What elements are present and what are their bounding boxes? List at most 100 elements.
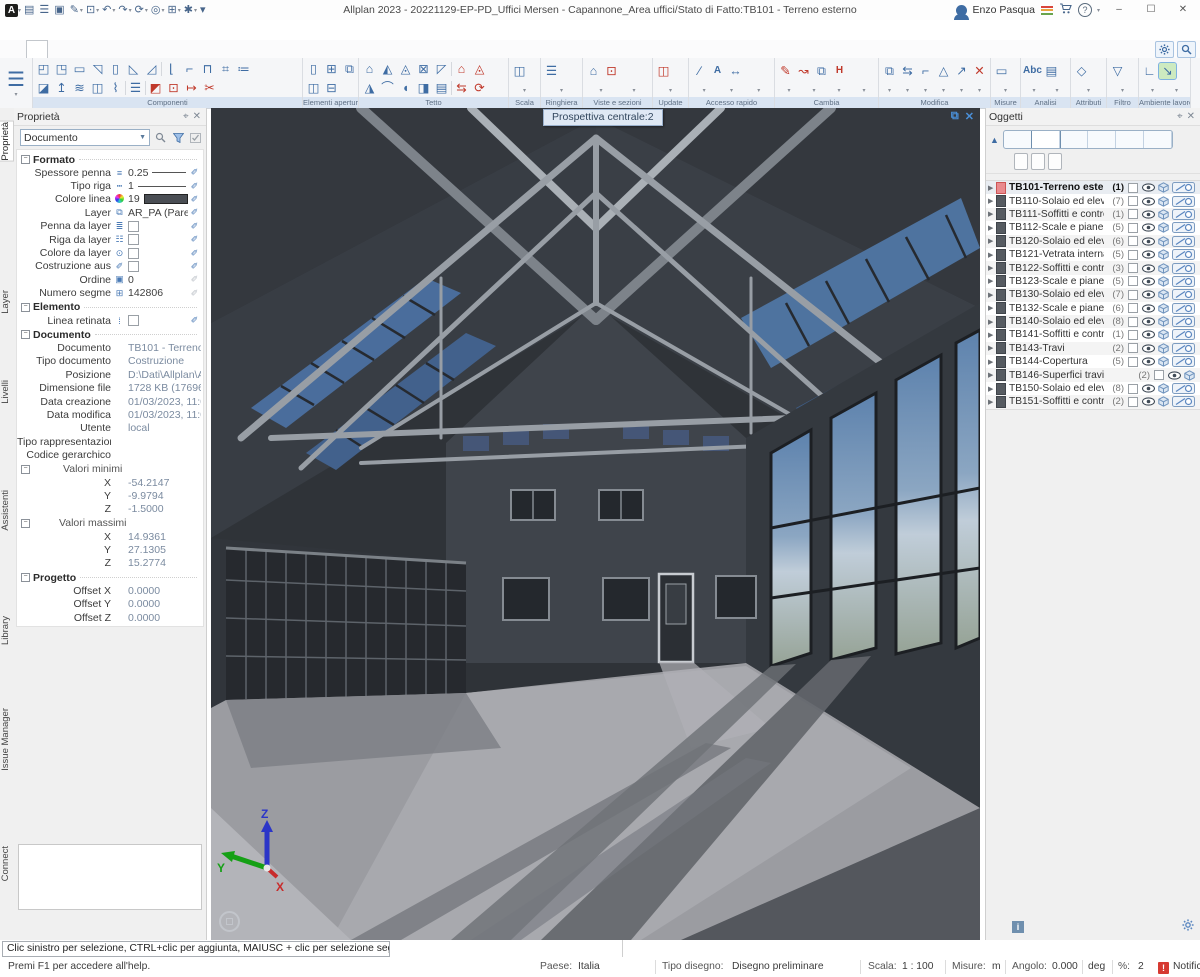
- favorites-box[interactable]: [18, 844, 202, 910]
- eyedropper-icon[interactable]: ✐: [188, 207, 201, 218]
- qat-item[interactable]: ▾: [198, 1, 208, 19]
- surface-opacity-icon[interactable]: [1172, 276, 1195, 287]
- hip-roof-icon[interactable]: ◭: [379, 61, 396, 77]
- ribbon-tab[interactable]: [228, 40, 248, 58]
- stairs-icon[interactable]: ◿: [143, 61, 160, 77]
- visibility-eye-icon[interactable]: [1142, 197, 1155, 206]
- qat-item[interactable]: ✱ ▾: [182, 1, 197, 19]
- eyedropper-icon[interactable]: ✐: [188, 194, 201, 205]
- expand-arrow-icon[interactable]: ▶: [988, 237, 996, 245]
- object-row[interactable]: ▶ TB141-Soffitti e controsoffi... (1): [986, 328, 1200, 341]
- dropdown-caret-icon[interactable]: ▾: [781, 87, 798, 94]
- door-swing-icon[interactable]: ◫: [305, 80, 322, 96]
- object-row[interactable]: ▶ TB121-Vetrata interna ufficio (5): [986, 248, 1200, 261]
- visibility-eye-icon[interactable]: [1142, 210, 1155, 219]
- line-icon[interactable]: ∕: [691, 63, 708, 79]
- h-align-icon[interactable]: H: [831, 63, 848, 79]
- object-row[interactable]: ▶ TB112-Scale e pianerottoli (5): [986, 221, 1200, 234]
- palette-tab-livelli[interactable]: Livelli: [0, 380, 13, 404]
- palette-tab-layer[interactable]: Layer: [0, 290, 13, 314]
- object-row[interactable]: ▶ TB146-Superfici travi (2): [986, 368, 1200, 381]
- surface-opacity-icon[interactable]: [1172, 316, 1195, 327]
- checkbox[interactable]: [128, 234, 139, 245]
- dropdown-caret-icon[interactable]: ▾: [935, 87, 952, 94]
- viewport-close-icon[interactable]: ✕: [965, 110, 974, 123]
- select-checkbox[interactable]: [1128, 303, 1138, 313]
- edit-points-icon[interactable]: ⧉: [813, 63, 830, 79]
- select-checkbox[interactable]: [1128, 250, 1138, 260]
- spellcheck-icon[interactable]: Abc: [1023, 63, 1042, 79]
- ramp-icon[interactable]: ◺: [125, 61, 142, 77]
- qat-caret-icon[interactable]: ▾: [145, 7, 148, 14]
- palette-tab-library[interactable]: Library: [0, 616, 13, 645]
- expand-arrow-icon[interactable]: ▶: [988, 184, 996, 192]
- raise-component-icon[interactable]: ↥: [53, 80, 70, 96]
- visibility-eye-icon[interactable]: [1142, 237, 1155, 246]
- corner-window-icon[interactable]: ⧉: [341, 61, 358, 77]
- fillet-icon[interactable]: ↝: [795, 63, 812, 79]
- ribbon-tab[interactable]: [188, 40, 208, 58]
- object-row[interactable]: ▶ TB150-Solaio ed elevazioni (8): [986, 382, 1200, 395]
- solid-cube-icon[interactable]: [1158, 396, 1169, 407]
- visibility-eye-icon[interactable]: [1142, 357, 1155, 366]
- collapse-box-icon[interactable]: −: [21, 465, 30, 474]
- dropdown-caret-icon[interactable]: ▾: [831, 87, 848, 94]
- solid-cube-icon[interactable]: [1158, 383, 1169, 394]
- select-checkbox[interactable]: [1128, 236, 1138, 246]
- column-icon[interactable]: ▯: [107, 61, 124, 77]
- skylight-icon[interactable]: ⊠: [415, 61, 432, 77]
- object-row[interactable]: ▶ TB140-Solaio ed elevazioni (8): [986, 315, 1200, 328]
- qat-item[interactable]: ↶ ▾: [100, 1, 115, 19]
- solid-cube-icon[interactable]: [1158, 249, 1169, 260]
- surface-opacity-icon[interactable]: [1172, 263, 1195, 274]
- dimension-icon[interactable]: ↔: [727, 63, 744, 79]
- pencil-edit-icon[interactable]: ✎: [777, 63, 794, 79]
- stretch-icon[interactable]: ↗: [953, 63, 970, 79]
- select-checkbox[interactable]: [1128, 357, 1138, 367]
- dropdown-caret-icon[interactable]: ▾: [1114, 87, 1131, 94]
- solid-cube-icon[interactable]: [1158, 263, 1169, 274]
- expand-arrow-icon[interactable]: ▶: [988, 344, 996, 352]
- dropdown-caret-icon[interactable]: ▾: [1144, 87, 1161, 94]
- surface-opacity-icon[interactable]: [1172, 222, 1195, 233]
- qat-caret-icon[interactable]: ▾: [194, 7, 197, 14]
- collapse-box-icon[interactable]: −: [21, 573, 30, 582]
- collapse-box-icon[interactable]: −: [21, 303, 30, 312]
- surface-opacity-icon[interactable]: [1172, 249, 1195, 260]
- hatch-wall-icon[interactable]: ◪: [35, 80, 52, 96]
- visibility-eye-icon[interactable]: [1142, 330, 1155, 339]
- ribbon-tab[interactable]: [48, 40, 68, 58]
- update-roof-icon[interactable]: ⟳: [471, 80, 488, 96]
- scope-select[interactable]: Documento ▼: [20, 129, 150, 146]
- eyedropper-icon[interactable]: ✐: [188, 274, 201, 285]
- update-3d-icon[interactable]: ◫: [655, 63, 672, 79]
- ribbon-tab[interactable]: [168, 40, 188, 58]
- filter-funnel-icon[interactable]: [171, 129, 186, 146]
- eyedropper-icon[interactable]: ✐: [188, 181, 201, 192]
- select-checkbox[interactable]: [1128, 209, 1138, 219]
- ribbon-tab[interactable]: [88, 40, 108, 58]
- qat-caret-icon[interactable]: ▾: [96, 7, 99, 14]
- surface-opacity-icon[interactable]: [1172, 289, 1195, 300]
- surface-opacity-icon[interactable]: [1172, 209, 1195, 220]
- grid-icon[interactable]: ⌗: [217, 61, 234, 77]
- panel-close-icon[interactable]: ✕: [191, 111, 203, 122]
- solid-cube-icon[interactable]: [1158, 209, 1169, 220]
- collapse-icon[interactable]: ▲: [988, 135, 1001, 145]
- level-text-icon[interactable]: ≔: [235, 61, 252, 77]
- visibility-eye-icon[interactable]: [1142, 277, 1155, 286]
- select-checkbox[interactable]: [1128, 317, 1138, 327]
- object-row[interactable]: ▶ TB151-Soffitti e controsoffi... (2): [986, 395, 1200, 408]
- visibility-eye-icon[interactable]: [1142, 290, 1155, 299]
- sill-icon[interactable]: ⊟: [323, 80, 340, 96]
- user-avatar[interactable]: [956, 5, 967, 16]
- attribute-tag-icon[interactable]: ◇: [1073, 63, 1090, 79]
- visibility-eye-icon[interactable]: [1142, 397, 1155, 406]
- barrel-roof-icon[interactable]: ◖: [397, 80, 414, 96]
- surface-opacity-icon[interactable]: [1172, 196, 1195, 207]
- surface-opacity-icon[interactable]: [1172, 343, 1195, 354]
- stair-icon[interactable]: ◫: [511, 63, 528, 79]
- solid-cube-icon[interactable]: [1158, 356, 1169, 367]
- object-row[interactable]: ▶ TB132-Scale e pianerottoli (6): [986, 302, 1200, 315]
- view-house-icon[interactable]: ⌂: [585, 63, 602, 79]
